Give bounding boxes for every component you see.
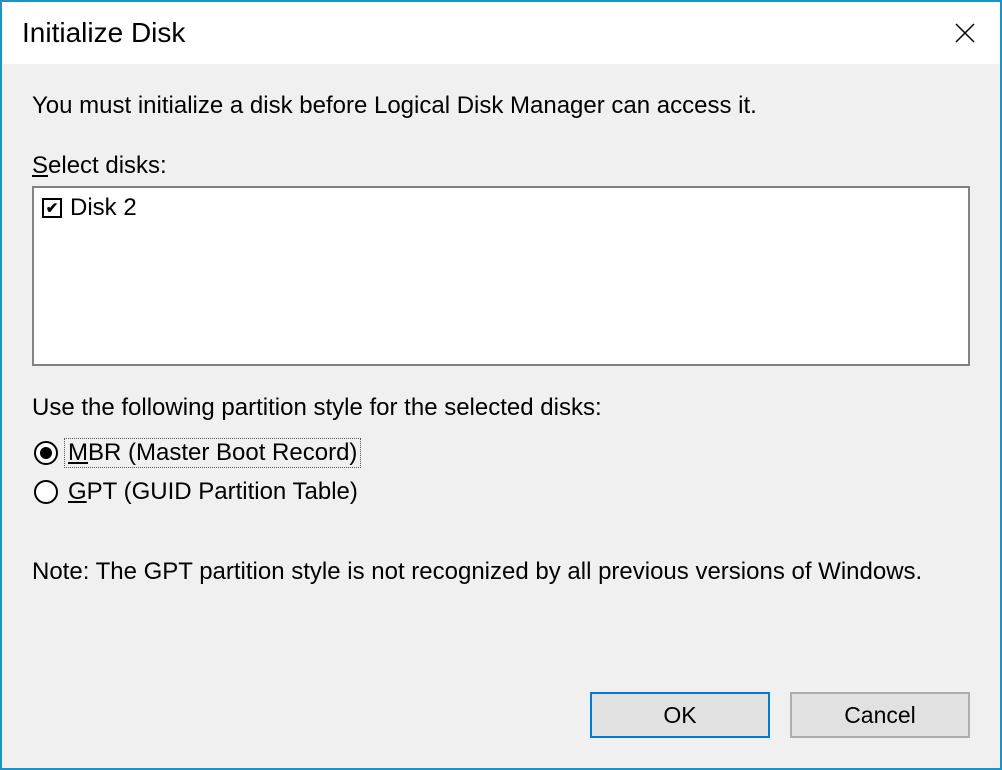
dialog-content: You must initialize a disk before Logica… (2, 64, 1000, 768)
cancel-button[interactable]: Cancel (790, 692, 970, 738)
disk-item[interactable]: Disk 2 (42, 194, 960, 222)
titlebar: Initialize Disk (2, 2, 1000, 64)
dialog-title: Initialize Disk (22, 17, 185, 49)
note-text: Note: The GPT partition style is not rec… (32, 556, 970, 588)
partition-style-label: Use the following partition style for th… (32, 394, 970, 422)
disk-list[interactable]: Disk 2 (32, 186, 970, 366)
radio-option-gpt[interactable]: GPT (GUID Partition Table) (34, 478, 970, 506)
instruction-text: You must initialize a disk before Logica… (32, 92, 970, 120)
select-disks-label: Select disks: (32, 152, 970, 180)
disk-checkbox[interactable] (42, 198, 62, 218)
radio-icon[interactable] (34, 480, 58, 504)
radio-label-gpt: GPT (GUID Partition Table) (68, 478, 358, 506)
radio-icon[interactable] (34, 441, 58, 465)
disk-label: Disk 2 (70, 194, 137, 222)
partition-style-group: MBR (Master Boot Record) GPT (GUID Parti… (34, 438, 970, 506)
button-row: OK Cancel (32, 672, 970, 738)
radio-option-mbr[interactable]: MBR (Master Boot Record) (34, 438, 970, 468)
ok-button[interactable]: OK (590, 692, 770, 738)
close-button[interactable] (930, 2, 1000, 64)
radio-label-mbr: MBR (Master Boot Record) (64, 438, 361, 468)
close-icon (955, 23, 975, 43)
